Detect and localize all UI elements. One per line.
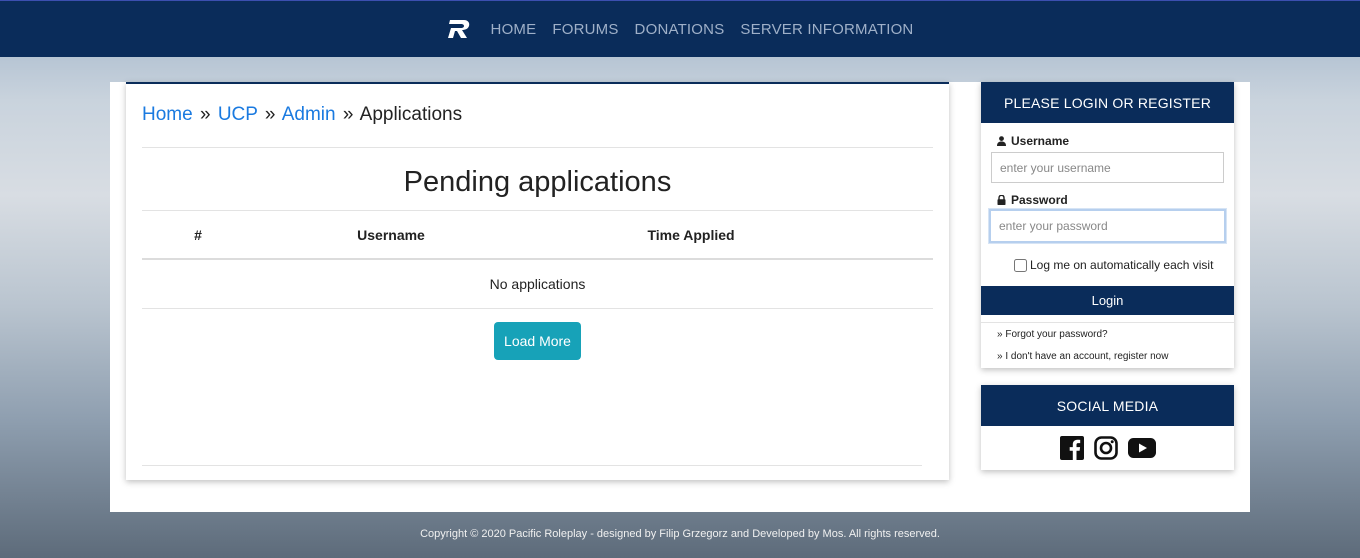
- social-media-panel: SOCIAL MEDIA: [981, 385, 1234, 470]
- breadcrumb-separator: »: [199, 104, 211, 125]
- empty-state-row: No applications: [142, 260, 933, 309]
- footer-copyright: Copyright © 2020 Pacific Roleplay - desi…: [420, 528, 940, 540]
- divider: [142, 465, 922, 466]
- top-navbar: HOME FORUMS DONATIONS SERVER INFORMATION: [0, 0, 1360, 57]
- social-icons: [981, 426, 1234, 470]
- lock-icon: [997, 195, 1006, 205]
- load-more-button[interactable]: Load More: [494, 322, 581, 360]
- divider: [142, 147, 933, 148]
- divider: [981, 322, 1234, 323]
- breadcrumb: Home » UCP » Admin » Applications: [142, 104, 462, 126]
- facebook-icon[interactable]: [1059, 436, 1084, 460]
- breadcrumb-current: Applications: [359, 104, 463, 125]
- password-label: Password: [997, 193, 1068, 207]
- remember-me-label: Log me on automatically each visit: [1030, 258, 1214, 272]
- nav-link-donations[interactable]: DONATIONS: [635, 21, 725, 38]
- user-icon: [997, 136, 1006, 146]
- breadcrumb-home[interactable]: Home: [142, 104, 193, 125]
- password-label-text: Password: [1011, 193, 1068, 207]
- column-header-username: Username: [357, 226, 425, 243]
- login-panel: PLEASE LOGIN OR REGISTER Username Passwo…: [981, 82, 1234, 368]
- social-media-header: SOCIAL MEDIA: [981, 385, 1234, 426]
- column-header-number: #: [194, 226, 202, 243]
- instagram-icon[interactable]: [1093, 436, 1118, 460]
- password-input[interactable]: [989, 209, 1226, 243]
- login-panel-header: PLEASE LOGIN OR REGISTER: [981, 82, 1234, 123]
- applications-panel: Home » UCP » Admin » Applications Pendin…: [126, 82, 949, 480]
- breadcrumb-admin[interactable]: Admin: [282, 104, 336, 125]
- page-title: Pending applications: [403, 166, 672, 198]
- column-header-time-applied: Time Applied: [647, 226, 735, 243]
- remember-me-checkbox[interactable]: [1014, 258, 1027, 272]
- register-link[interactable]: » I don't have an account, register now: [997, 351, 1168, 362]
- nav-link-server-information[interactable]: SERVER INFORMATION: [740, 21, 913, 38]
- table-header: # Username Time Applied: [142, 210, 933, 260]
- username-label-text: Username: [1011, 134, 1070, 148]
- breadcrumb-separator: »: [342, 104, 354, 125]
- breadcrumb-ucp[interactable]: UCP: [218, 104, 258, 125]
- youtube-icon[interactable]: [1127, 438, 1156, 458]
- nav-link-home[interactable]: HOME: [491, 21, 537, 38]
- remember-me[interactable]: Log me on automatically each visit: [1014, 258, 1213, 272]
- username-input[interactable]: [991, 152, 1224, 183]
- logo-icon[interactable]: [447, 18, 471, 40]
- username-label: Username: [997, 134, 1069, 148]
- breadcrumb-separator: »: [264, 104, 276, 125]
- nav-menu: HOME FORUMS DONATIONS SERVER INFORMATION: [447, 18, 914, 40]
- applications-table: # Username Time Applied No applications: [142, 210, 933, 309]
- nav-link-forums[interactable]: FORUMS: [552, 21, 618, 38]
- login-button[interactable]: Login: [981, 286, 1234, 315]
- forgot-password-link[interactable]: » Forgot your password?: [997, 329, 1108, 340]
